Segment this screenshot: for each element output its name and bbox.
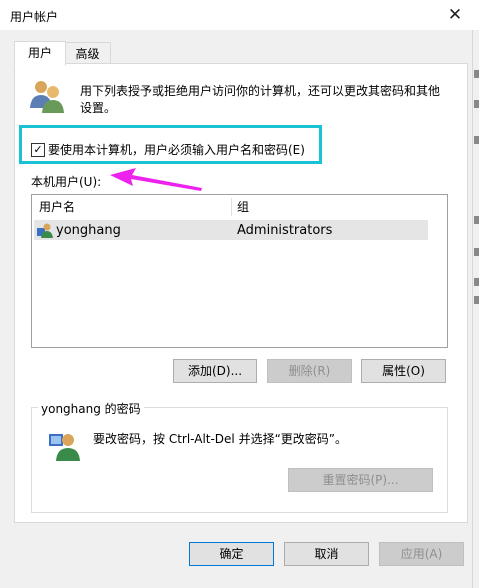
user-name-cell: yonghang xyxy=(56,223,121,238)
background-mark xyxy=(474,216,479,224)
reset-password-button[interactable]: 重置密码(P)... xyxy=(288,468,433,492)
local-users-label: 本机用户(U): xyxy=(31,175,102,189)
window-title: 用户帐户 xyxy=(10,10,59,24)
background-mark xyxy=(474,100,479,108)
background-window-edge xyxy=(472,30,479,588)
user-icon xyxy=(37,223,53,238)
title-bar xyxy=(0,0,479,30)
apply-button[interactable]: 应用(A) xyxy=(379,542,464,566)
password-group xyxy=(31,407,448,513)
require-login-checkbox[interactable]: ✓ xyxy=(31,143,45,157)
close-button[interactable]: ✕ xyxy=(444,4,466,26)
column-header-group[interactable]: 组 xyxy=(237,197,249,217)
password-group-title: yonghang 的密码 xyxy=(38,400,144,417)
column-header-username[interactable]: 用户名 xyxy=(39,197,75,217)
description-text: 用下列表授予或拒绝用户访问你的计算机，还可以更改其密码和其他设置。 xyxy=(80,84,441,115)
background-mark xyxy=(474,248,479,256)
user-group-cell: Administrators xyxy=(237,223,333,238)
remove-user-button[interactable]: 删除(R) xyxy=(267,359,352,383)
cancel-button[interactable]: 取消 xyxy=(284,542,369,566)
users-icon xyxy=(30,81,64,113)
background-mark xyxy=(474,136,479,144)
add-user-button[interactable]: 添加(D)... xyxy=(173,359,257,383)
require-login-label[interactable]: 要使用本计算机，用户必须输入用户名和密码(E) xyxy=(48,141,305,158)
arrow-annotation xyxy=(110,168,202,191)
background-mark xyxy=(474,278,479,286)
ok-button[interactable]: 确定 xyxy=(189,542,274,566)
local-users-list[interactable] xyxy=(31,194,448,348)
background-mark xyxy=(474,70,479,78)
properties-button[interactable]: 属性(O) xyxy=(361,359,446,383)
tab-users[interactable]: 用户 xyxy=(14,41,66,66)
password-instruction: 要改密码，按 Ctrl-Alt-Del 并选择“更改密码”。 xyxy=(93,432,348,446)
background-mark xyxy=(474,296,479,304)
column-separator xyxy=(231,198,232,216)
user-password-icon xyxy=(49,434,80,461)
